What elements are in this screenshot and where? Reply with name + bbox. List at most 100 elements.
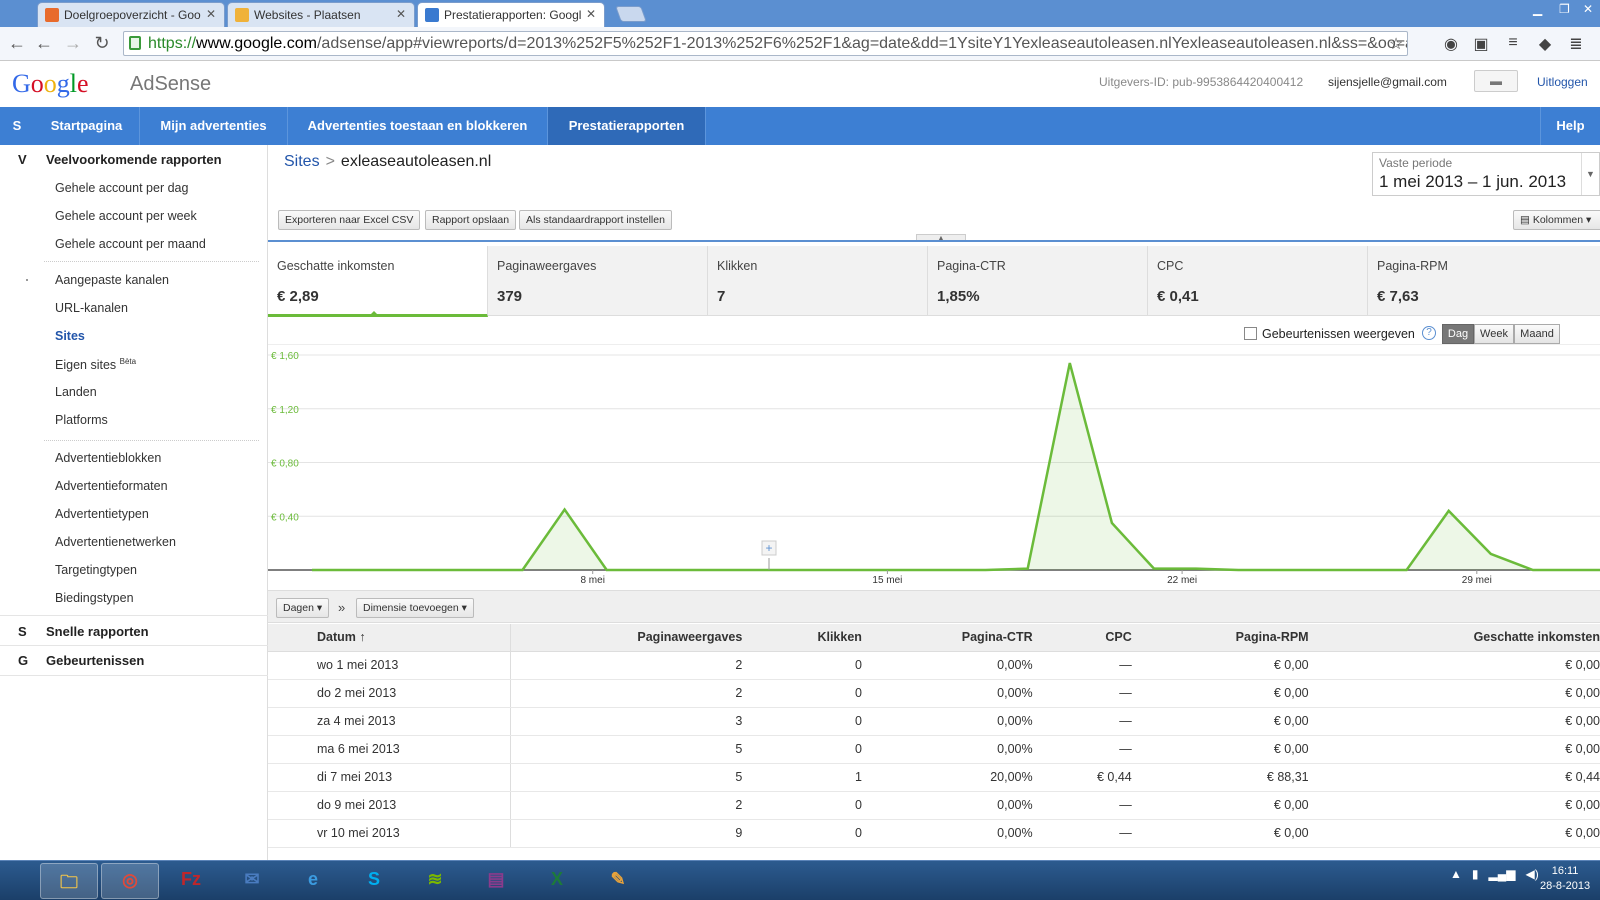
metric-pageviews[interactable]: Paginaweergaves 379 — [488, 246, 708, 316]
sidebar-item-biedingstypen[interactable]: Biedingstypen — [55, 591, 134, 605]
table-cell: € 0,44 — [1032, 763, 1132, 792]
sidebar-item-advertentieformaten[interactable]: Advertentieformaten — [55, 479, 168, 493]
period-value: 1 mei 2013 – 1 jun. 2013 — [1379, 172, 1567, 191]
feedback-button[interactable]: ▬ — [1474, 70, 1518, 92]
google-logo[interactable]: Google — [12, 69, 89, 99]
sidebar-item-account-maand[interactable]: Gehele account per maand — [55, 237, 206, 251]
sidebar-item-advertentieblokken[interactable]: Advertentieblokken — [55, 451, 161, 465]
volume-icon[interactable]: ◀) — [1526, 867, 1539, 881]
sidebar-item-account-week[interactable]: Gehele account per week — [55, 209, 197, 223]
table-cell-date: ma 6 mei 2013 — [268, 735, 511, 764]
table-cell: € 0,00 — [1308, 651, 1600, 680]
extension-icon[interactable]: ≡ — [1503, 34, 1523, 54]
help-link[interactable]: Help — [1540, 107, 1600, 145]
column-header-cpc[interactable]: CPC — [1032, 624, 1132, 652]
sidebar-item-advertentietypen[interactable]: Advertentietypen — [55, 507, 149, 521]
column-header-date[interactable]: Datum ↑ — [268, 624, 511, 652]
chrome-icon[interactable]: ◎ — [101, 863, 159, 899]
reload-icon[interactable]: ↻ — [91, 33, 113, 54]
column-header-ctr[interactable]: Pagina-CTR — [861, 624, 1033, 652]
filezilla-icon[interactable]: Fz — [162, 863, 220, 899]
tab-startpagina[interactable]: Startpagina — [34, 107, 140, 145]
metric-page-rpm[interactable]: Pagina-RPM € 7,63 — [1368, 246, 1600, 316]
analytics-favicon-icon — [45, 8, 59, 22]
events-checkbox[interactable] — [1244, 327, 1257, 340]
address-bar[interactable]: https://www.google.com/adsense/app#viewr… — [123, 31, 1408, 56]
sidebar-item-url-kanalen[interactable]: URL-kanalen — [55, 301, 128, 315]
tab-prestatierapporten[interactable]: Prestatierapporten — [548, 107, 706, 145]
browser-tab-active[interactable]: Prestatierapporten: Googl ✕ — [417, 2, 605, 27]
breadcrumb-sites-link[interactable]: Sites — [284, 153, 320, 170]
granularity-month-button[interactable]: Maand — [1514, 324, 1560, 344]
dimension-dropdown[interactable]: Dagen ▾ — [276, 598, 330, 618]
logout-link[interactable]: Uitloggen — [1537, 75, 1588, 89]
spotify-icon[interactable]: ≋ — [406, 863, 464, 899]
add-dimension-dropdown[interactable]: Dimensie toevoegen ▾ — [356, 598, 474, 618]
metric-cpc[interactable]: CPC € 0,41 — [1148, 246, 1368, 316]
column-header-earnings[interactable]: Geschatte inkomsten — [1308, 624, 1600, 652]
extension-icon[interactable]: ◆ — [1535, 34, 1555, 54]
back-icon[interactable]: ← — [6, 33, 28, 54]
sidebar-item-platforms[interactable]: Platforms — [55, 413, 108, 427]
skype-icon[interactable]: S — [345, 863, 403, 899]
sidebar-item-sites[interactable]: Sites — [55, 329, 85, 343]
paint-icon[interactable]: ✎ — [589, 863, 647, 899]
back-arrow-icon[interactable]: ← — [33, 33, 55, 54]
column-header-clicks[interactable]: Klikken — [742, 624, 862, 652]
network-icon[interactable]: ▂▄▆ — [1489, 867, 1516, 881]
metric-page-ctr[interactable]: Pagina-CTR 1,85% — [928, 246, 1148, 316]
granularity-day-button[interactable]: Dag — [1442, 324, 1474, 344]
browser-tab[interactable]: Doelgroepoverzicht - Goo ✕ — [37, 2, 225, 27]
x-tick-label: 22 mei — [1167, 575, 1197, 586]
close-window-icon[interactable]: ✕ — [1583, 2, 1593, 16]
star-icon[interactable]: ☆ — [1386, 34, 1406, 54]
metric-clicks[interactable]: Klikken 7 — [708, 246, 928, 316]
nav-shortcut-letter[interactable]: S — [0, 107, 34, 145]
sidebar-item-landen[interactable]: Landen — [55, 385, 97, 399]
sidebar-item-eigen-sites[interactable]: Eigen sites Bèta — [55, 357, 136, 372]
section-title: Gebeurtenissen — [46, 653, 145, 668]
sidebar-item-account-dag[interactable]: Gehele account per dag — [55, 181, 188, 195]
chevron-down-icon[interactable]: ▼ — [1581, 153, 1599, 195]
sidebar-item-targetingtypen[interactable]: Targetingtypen — [55, 563, 137, 577]
columns-button[interactable]: ▤ Kolommen ▾ — [1513, 210, 1600, 230]
maximize-icon[interactable]: ❐ — [1559, 2, 1570, 16]
table-cell: 0 — [742, 735, 862, 764]
adwords-favicon-icon — [235, 8, 249, 22]
table-cell: 0 — [742, 679, 862, 708]
granularity-week-button[interactable]: Week — [1474, 324, 1514, 344]
metric-estimated-earnings[interactable]: Geschatte inkomsten € 2,89 — [268, 246, 488, 317]
new-tab-button[interactable] — [615, 6, 647, 22]
extension-icon[interactable]: ▣ — [1471, 34, 1491, 54]
system-clock[interactable]: 16:11 28-8-2013 — [1540, 864, 1590, 894]
export-csv-button[interactable]: Exporteren naar Excel CSV — [278, 210, 421, 230]
sidebar-item-advertentienetwerken[interactable]: Advertentienetwerken — [55, 535, 176, 549]
browser-tab[interactable]: Websites - Plaatsen ✕ — [227, 2, 415, 27]
ie-icon[interactable]: e — [284, 863, 342, 899]
close-icon[interactable]: ✕ — [586, 7, 596, 21]
show-hidden-icons-icon[interactable]: ▲ — [1450, 867, 1462, 881]
tab-advertenties-toestaan[interactable]: Advertenties toestaan en blokkeren — [288, 107, 548, 145]
extension-icon[interactable]: ◉ — [1441, 34, 1461, 54]
menu-icon[interactable]: ≣ — [1566, 34, 1586, 54]
report-sidebar: V Veelvoorkomende rapporten Gehele accou… — [0, 145, 268, 860]
explorer-icon[interactable]: 🗀 — [40, 863, 98, 899]
minimize-icon[interactable]: ▁ — [1533, 2, 1542, 16]
date-range-picker[interactable]: Vaste periode 1 mei 2013 – 1 jun. 2013 ▼ — [1372, 152, 1600, 196]
set-default-report-button[interactable]: Als standaardrapport instellen — [519, 210, 672, 230]
help-icon[interactable]: ? — [1422, 326, 1436, 340]
excel-icon[interactable]: X — [528, 863, 586, 899]
column-header-rpm[interactable]: Pagina-RPM — [1131, 624, 1309, 652]
annotation-add-icon[interactable]: + — [761, 540, 777, 570]
bullet — [26, 279, 28, 281]
sidebar-item-aangepaste-kanalen[interactable]: Aangepaste kanalen — [55, 273, 169, 287]
save-report-button[interactable]: Rapport opslaan — [425, 210, 517, 230]
column-header-pageviews[interactable]: Paginaweergaves — [510, 624, 743, 652]
battery-icon[interactable]: ▮ — [1472, 867, 1479, 881]
winrar-icon[interactable]: ▤ — [467, 863, 525, 899]
tab-mijn-advertenties[interactable]: Mijn advertenties — [140, 107, 288, 145]
close-icon[interactable]: ✕ — [206, 7, 216, 21]
forward-icon[interactable]: → — [62, 33, 84, 54]
thunderbird-icon[interactable]: ✉ — [223, 863, 281, 899]
close-icon[interactable]: ✕ — [396, 7, 406, 21]
